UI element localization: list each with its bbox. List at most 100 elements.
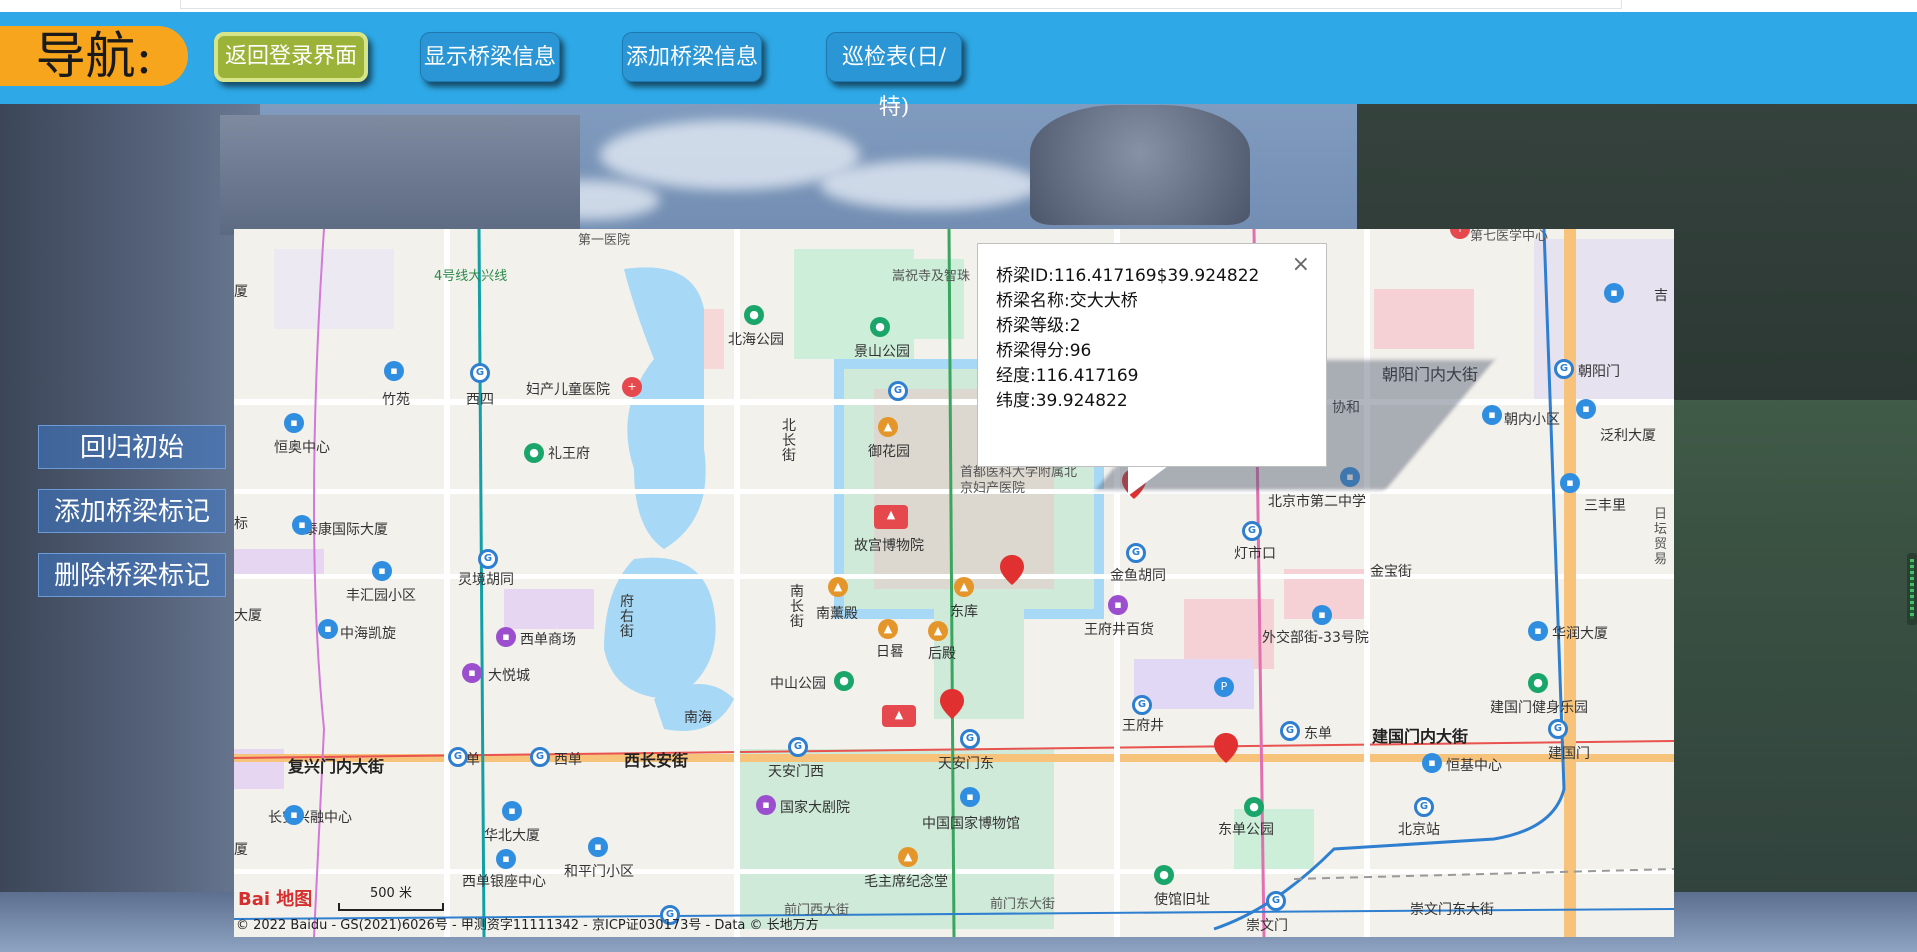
map-label: 前门东大街: [990, 897, 1056, 912]
baidu-logo: Bai 地图: [238, 889, 313, 910]
bridge-name: 桥梁名称:交大大桥: [996, 291, 1138, 311]
inspection-table-button[interactable]: 巡检表(日/特): [826, 32, 962, 120]
map-label: 西单: [554, 752, 582, 768]
map-label: 中山公园: [770, 676, 826, 692]
park-icon: ●: [744, 305, 764, 325]
add-bridge-info-button[interactable]: 添加桥梁信息: [622, 32, 762, 82]
map-label: 北长街: [782, 418, 796, 464]
back-to-login-button[interactable]: 返回登录界面: [214, 32, 368, 82]
metro-icon: G: [1132, 695, 1152, 715]
map-label: 南海: [684, 710, 712, 726]
map-label: 朝内小区: [1504, 412, 1560, 428]
info-window-tail: [1128, 466, 1168, 496]
map-label: 西单银座中心: [462, 874, 546, 890]
map-label: 北京市第二中学: [1268, 494, 1366, 510]
map-label: 建国门: [1548, 746, 1590, 762]
building-icon: ▪: [284, 413, 304, 433]
metro-icon: G: [530, 747, 550, 767]
map-label: 长安兴融中心: [268, 810, 352, 826]
map-label: 东单: [1304, 726, 1332, 742]
building-icon: ▪: [292, 515, 312, 535]
map-label: 第七医学中心: [1470, 229, 1549, 244]
theater-icon: ▪: [756, 795, 776, 815]
bridge-id: 桥梁ID:116.417169$39.924822: [996, 266, 1260, 286]
scrollbar[interactable]: [1907, 553, 1917, 625]
map-label: 东库: [950, 604, 978, 620]
building-icon: ▪: [1312, 605, 1332, 625]
map-marker-icon[interactable]: [1214, 733, 1238, 763]
map-copyright: © 2022 Baidu - GS(2021)6026号 - 甲测资字11111…: [236, 918, 819, 933]
delete-bridge-marker-button[interactable]: 删除桥梁标记: [38, 553, 226, 597]
map-label: 南薰殿: [816, 606, 858, 622]
shopping-icon: ▪: [462, 663, 482, 683]
show-bridge-info-button[interactable]: 显示桥梁信息: [420, 32, 560, 82]
map-label: 外交部街-33号院: [1262, 630, 1369, 646]
add-bridge-marker-button[interactable]: 添加桥梁标记: [38, 489, 226, 533]
building-icon: ▪: [1422, 753, 1442, 773]
park-icon: ●: [1244, 797, 1264, 817]
map-label: 灵境胡同: [458, 572, 514, 588]
building-icon: ▪: [502, 801, 522, 821]
bridge-score: 桥梁得分:96: [996, 341, 1092, 361]
park-icon: ●: [1154, 865, 1174, 885]
metro-icon: G: [888, 381, 908, 401]
map-marker-icon[interactable]: [1000, 555, 1024, 585]
map-label: 御花园: [868, 444, 910, 460]
map-label: 泛利大厦: [1600, 428, 1656, 444]
metro-icon: G: [1548, 719, 1568, 739]
metro-icon: G: [448, 747, 468, 767]
reset-view-button[interactable]: 回归初始: [38, 425, 226, 469]
metro-icon: G: [470, 363, 490, 383]
bridge-grade: 桥梁等级:2: [996, 316, 1081, 336]
tiananmen-icon: ▲: [882, 705, 916, 727]
metro-icon: G: [1554, 359, 1574, 379]
map-label: 天安门西: [768, 764, 824, 780]
map-label: 标: [234, 516, 248, 532]
map-label: 后殿: [928, 646, 956, 662]
close-icon[interactable]: ×: [1292, 252, 1310, 277]
landmark-icon: ▲: [928, 621, 948, 641]
metro-icon: G: [1414, 797, 1434, 817]
map-label: 丰汇园小区: [346, 588, 416, 604]
map-label: 建国门健身乐园: [1490, 700, 1588, 716]
map-label: 三丰里: [1584, 498, 1626, 514]
metro-icon: G: [1242, 521, 1262, 541]
map-label: 复兴门内大街: [288, 757, 385, 776]
map-label: 崇文门: [1246, 918, 1288, 934]
building-icon: ▪: [1482, 405, 1502, 425]
browser-strip: [0, 0, 1917, 12]
map-label: 崇文门东大街: [1410, 902, 1494, 918]
metro-icon: G: [1266, 891, 1286, 911]
building-icon: ▪: [1576, 399, 1596, 419]
building-icon: ▪: [318, 619, 338, 639]
map-label: 竹苑: [382, 392, 410, 408]
park-icon: ●: [870, 317, 890, 337]
shopping-icon: ▪: [496, 627, 516, 647]
scale-label: 500 米: [370, 886, 412, 901]
bridge-latitude: 纬度:39.924822: [996, 391, 1128, 411]
map-label: 北京站: [1398, 822, 1440, 838]
metro-icon: G: [960, 729, 980, 749]
map-label: 恒奥中心: [274, 440, 330, 456]
map-label: 和平门小区: [564, 864, 634, 880]
baidu-map[interactable]: 第一医院 嵩祝寺及智珠 4号线大兴线 北海公园 景山公园 竹苑 西四 妇产儿童医…: [234, 229, 1674, 937]
map-label: 大悦城: [488, 668, 530, 684]
map-label: 金鱼胡同: [1110, 568, 1166, 584]
bridge-longitude: 经度:116.417169: [996, 366, 1139, 386]
metro-icon: G: [788, 737, 808, 757]
building-icon: ▪: [1528, 621, 1548, 641]
map-label: 王府井百货: [1084, 622, 1154, 638]
map-label: 日坛贸易: [1654, 507, 1668, 567]
building-icon: ▪: [284, 805, 304, 825]
map-label: 灯市口: [1234, 546, 1276, 562]
landmark-icon: ▲: [954, 577, 974, 597]
building-icon: ▪: [588, 837, 608, 857]
metro-icon: G: [478, 549, 498, 569]
map-marker-icon[interactable]: [940, 689, 964, 719]
building-icon: ▪: [1604, 283, 1624, 303]
map-label: 建国门内大街: [1372, 727, 1469, 746]
park-icon: ●: [524, 443, 544, 463]
metro-icon: G: [1126, 543, 1146, 563]
map-label: 吉: [1654, 288, 1668, 304]
map-label: 国家大剧院: [780, 800, 850, 816]
